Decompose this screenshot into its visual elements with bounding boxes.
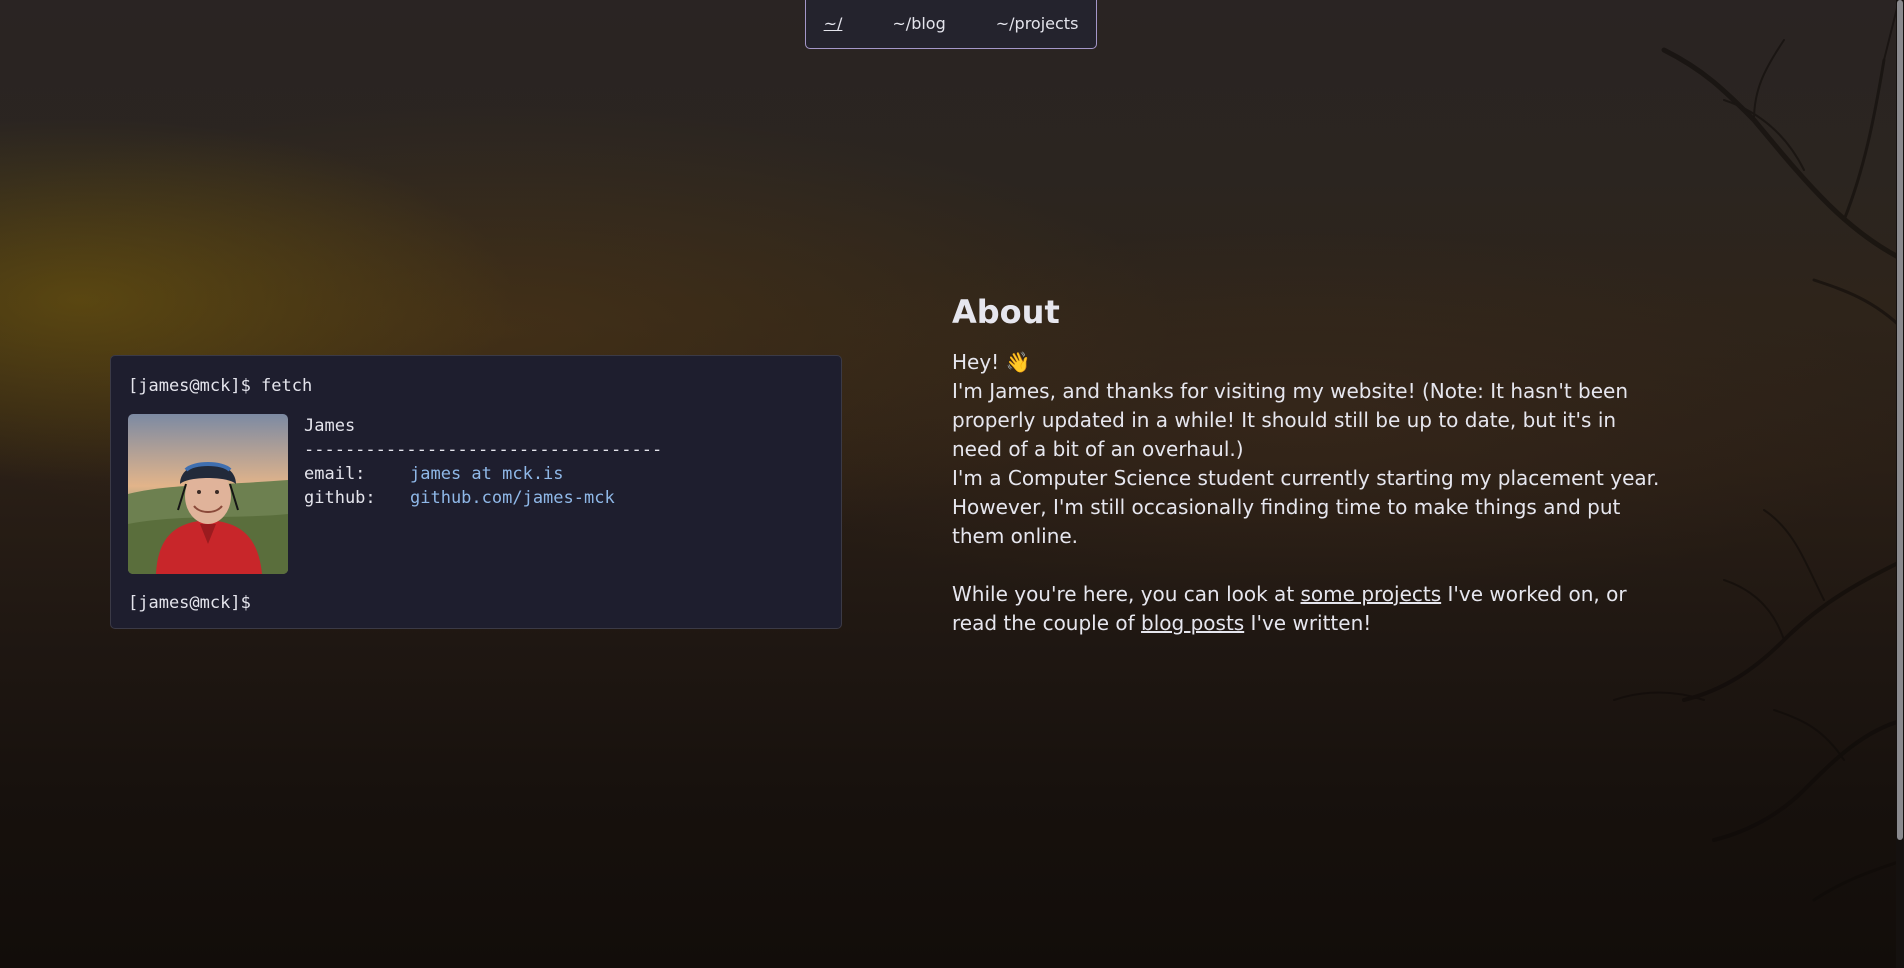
blog-posts-link[interactable]: blog posts xyxy=(1141,611,1244,635)
scrollbar-thumb[interactable] xyxy=(1897,0,1903,840)
nav-link-blog[interactable]: ~/blog xyxy=(867,14,970,33)
fetch-output: James ----------------------------------… xyxy=(128,414,824,574)
about-section: About Hey! 👋 I'm James, and thanks for v… xyxy=(952,290,1662,638)
about-title: About xyxy=(952,293,1060,331)
terminal-window: [james@mck]$ fetch James ---------------… xyxy=(110,355,842,629)
terminal-prompt: [james@mck]$ xyxy=(128,593,251,613)
about-paragraph-2: I'm a Computer Science student currently… xyxy=(952,466,1660,548)
fetch-name: James xyxy=(304,416,356,436)
about-paragraph-3: While you're here, you can look at some … xyxy=(952,580,1662,638)
email-key: email: xyxy=(304,464,366,484)
avatar xyxy=(128,414,288,574)
profile-photo-icon xyxy=(128,414,288,574)
about-paragraph-1: I'm James, and thanks for visiting my we… xyxy=(952,379,1629,461)
fetch-info: James ----------------------------------… xyxy=(304,414,662,574)
terminal-command-line: [james@mck]$ fetch xyxy=(128,376,313,396)
projects-link[interactable]: some projects xyxy=(1301,582,1442,606)
email-link[interactable]: james at mck.is xyxy=(410,464,564,484)
fetch-email-row: email: james at mck.is xyxy=(304,462,662,486)
top-nav: ~/ ~/blog ~/projects xyxy=(805,0,1097,49)
nav-link-home[interactable]: ~/ xyxy=(799,14,868,33)
page-scrollbar[interactable] xyxy=(1896,0,1904,968)
github-link[interactable]: github.com/james-mck xyxy=(410,488,615,508)
nav-link-projects[interactable]: ~/projects xyxy=(971,14,1104,33)
about-greeting: Hey! 👋 xyxy=(952,350,1031,374)
about-paragraph-3-end: I've written! xyxy=(1244,611,1372,635)
fetch-separator: ----------------------------------- xyxy=(304,440,663,460)
about-paragraph-3-start: While you're here, you can look at xyxy=(952,582,1301,606)
github-key: github: xyxy=(304,488,376,508)
fetch-github-row: github: github.com/james-mck xyxy=(304,486,662,510)
